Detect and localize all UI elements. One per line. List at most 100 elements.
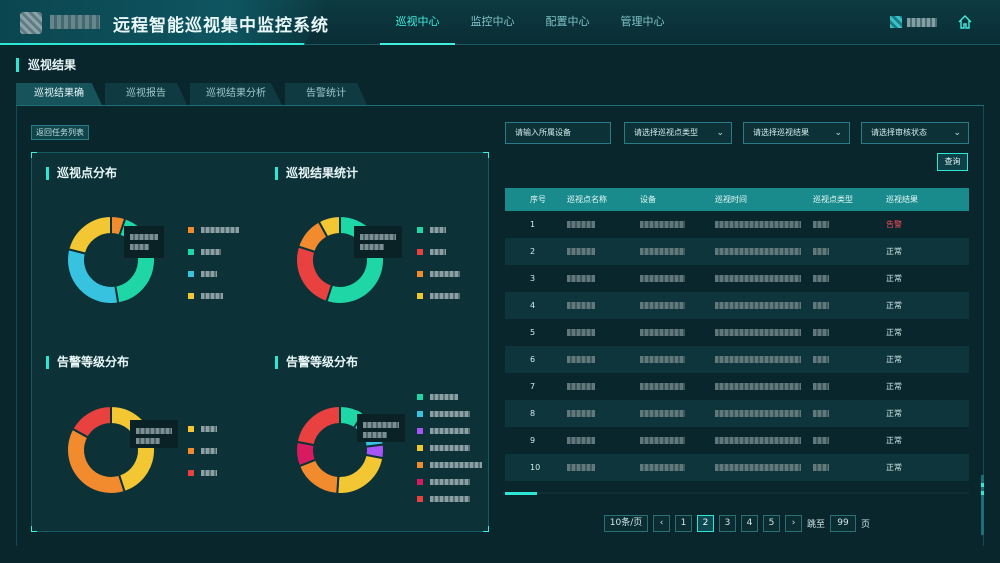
cell-redacted [813,265,886,292]
table-row[interactable]: 5 正常 [505,319,969,346]
table-row[interactable]: 1 告警 [505,211,969,238]
legend-point-distribution [188,225,239,313]
legend-item [417,291,460,300]
cell-redacted [813,319,886,346]
cell-index: 7 [530,382,536,391]
table-row[interactable]: 2 正常 [505,238,969,265]
back-to-task-list-button[interactable]: 返回任务列表 [31,125,89,140]
donut-slice[interactable] [295,245,334,304]
cell-redacted [640,454,715,481]
corner-decoration [31,152,37,158]
table-row[interactable]: 6 正常 [505,346,969,373]
donut-slice[interactable] [66,427,126,495]
chart-tooltip [124,226,164,258]
legend-item [188,468,217,477]
tab-report[interactable]: 巡视报告 [105,83,187,105]
cell-redacted [715,400,813,427]
table-row[interactable]: 9 正常 [505,427,969,454]
table-row[interactable]: 4 正常 [505,292,969,319]
page-1[interactable]: 1 [675,515,692,532]
legend-item [417,426,482,435]
pagination: 10条/页 ‹ 1 2 3 4 5 › 跳至 99 页 [604,515,875,532]
table-row[interactable]: 8 正常 [505,400,969,427]
legend-item [417,247,460,256]
nav-item-config-center[interactable]: 配置中心 [530,0,605,45]
col-header-device: 设备 [640,195,656,204]
horizontal-scrollbar[interactable] [505,492,969,494]
legend-item [417,494,482,503]
col-header-point-type: 巡视点类型 [813,195,853,204]
chart-tooltip [130,420,178,448]
tab-result-confirm[interactable]: 巡视结果确认 [16,83,102,105]
prev-page-button[interactable]: ‹ [653,515,670,532]
cell-redacted [640,400,715,427]
donut-slice[interactable] [66,247,120,305]
tab-alarm-stats[interactable]: 告警统计 [285,83,367,105]
donut-slice[interactable] [67,214,112,255]
donut-slice[interactable] [71,404,112,439]
legend-alarm-level-2 [417,392,482,511]
legend-item [417,477,482,486]
cell-redacted [640,346,715,373]
cell-redacted [715,211,813,238]
donut-slice[interactable] [336,453,385,495]
edge-decoration [981,475,984,535]
cell-redacted [640,292,715,319]
cell-redacted [715,427,813,454]
goto-page-input[interactable]: 99 [830,515,857,532]
page-3[interactable]: 3 [719,515,736,532]
review-status-select-value: 请选择审核状态 [871,128,927,137]
corner-decoration [483,152,489,158]
legend-item [188,424,217,433]
table-row[interactable]: 10 正常 [505,454,969,481]
page-4[interactable]: 4 [741,515,758,532]
device-search-input[interactable]: 请输入所属设备 [505,122,611,144]
cell-redacted [567,265,640,292]
query-button[interactable]: 查询 [937,153,968,171]
chart-tooltip [357,414,405,442]
cell-redacted [567,238,640,265]
cell-result: 正常 [886,328,902,337]
nav-item-inspection-center[interactable]: 巡视中心 [380,0,455,45]
cell-redacted [567,346,640,373]
cell-redacted [640,319,715,346]
legend-item [188,446,217,455]
avatar[interactable] [890,16,902,28]
cell-redacted [715,292,813,319]
chevron-down-icon: ⌄ [834,128,842,138]
cell-result: 正常 [886,409,902,418]
legend-item [417,409,482,418]
cell-result: 正常 [886,301,902,310]
page-2[interactable]: 2 [697,515,714,532]
page-size-select[interactable]: 10条/页 [604,515,648,532]
col-header-point-name: 巡视点名称 [567,195,607,204]
user-name[interactable] [907,18,937,27]
legend-alarm-level-1 [188,424,217,490]
logo-text [50,15,100,29]
next-page-button[interactable]: › [785,515,802,532]
cell-redacted [813,427,886,454]
app-title: 远程智能巡视集中监控系统 [113,16,329,36]
col-header-result: 巡视结果 [886,195,918,204]
donut-slice[interactable] [295,404,341,447]
result-select[interactable]: 请选择巡视结果 ⌄ [743,122,850,144]
cell-index: 6 [530,355,536,364]
goto-label: 跳至 [807,520,826,530]
legend-item [417,392,482,401]
tab-result-analysis[interactable]: 巡视结果分析 [190,83,282,105]
page-5[interactable]: 5 [763,515,780,532]
home-icon[interactable] [957,14,973,30]
nav-item-management-center[interactable]: 管理中心 [605,0,680,45]
donut-chart-alarm-level-1[interactable] [66,404,156,495]
legend-item [417,460,482,469]
table-row[interactable]: 3 正常 [505,265,969,292]
cell-redacted [567,400,640,427]
table-row[interactable]: 7 正常 [505,373,969,400]
logo-icon [20,12,42,34]
table-header: 序号 巡视点名称 设备 巡视时间 巡视点类型 巡视结果 [505,188,969,211]
legend-result-stats [417,225,460,313]
review-status-select[interactable]: 请选择审核状态 ⌄ [861,122,969,144]
point-type-select[interactable]: 请选择巡视点类型 ⌄ [624,122,732,144]
nav-item-monitor-center[interactable]: 监控中心 [455,0,530,45]
scrollbar-thumb[interactable] [505,492,537,495]
